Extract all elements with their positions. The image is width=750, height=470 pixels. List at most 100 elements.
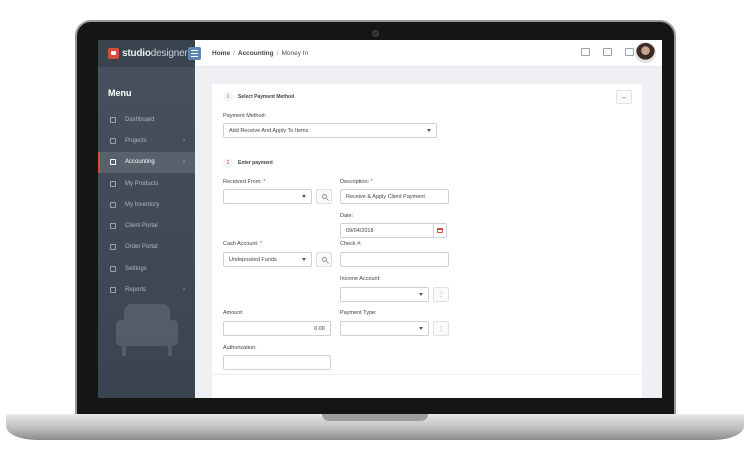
received-from-select[interactable] (223, 189, 312, 204)
avatar[interactable] (635, 42, 656, 63)
accounting-icon (110, 159, 116, 166)
sidebar-item-label: My Products (125, 180, 159, 187)
sidebar-item-label: Order Portal (125, 244, 158, 251)
description-value: Receive & Apply Client Payment (346, 193, 425, 200)
chevron-down-icon (302, 195, 306, 198)
amount-label: Amount: (223, 310, 244, 316)
client-portal-icon (110, 223, 116, 230)
menu-toggle-button[interactable] (188, 47, 201, 60)
sidebar-item-label: Settings (125, 265, 147, 272)
breadcrumb-separator: / (276, 49, 279, 57)
payment-type-more-button[interactable]: ⋮ (433, 321, 449, 336)
step-number: 2 (223, 158, 233, 168)
chat-icon[interactable] (581, 48, 590, 56)
required-marker: * (263, 179, 266, 185)
breadcrumb-home[interactable]: Home (212, 50, 230, 57)
payment-method-value: Add Receive And Apply To Items (229, 127, 309, 134)
divider (212, 374, 642, 375)
mail-icon[interactable] (625, 48, 634, 56)
chevron-down-icon (427, 129, 431, 132)
brand-name-thin: designer (150, 48, 188, 59)
sidebar-item-settings[interactable]: Settings (98, 258, 195, 279)
chevron-right-icon: › (183, 159, 185, 166)
more-vertical-icon: ⋮ (438, 291, 444, 298)
sidebar-item-client-portal[interactable]: Client Portal (98, 215, 195, 236)
sidebar-item-label: Accounting (125, 159, 155, 166)
chevron-right-icon: › (183, 137, 185, 144)
date-label: Date: (340, 213, 354, 219)
payment-type-select[interactable] (340, 321, 429, 336)
sidebar-item-dashboard[interactable]: Dashboard (98, 109, 195, 130)
chevron-right-icon: › (183, 287, 185, 294)
chevron-down-icon (419, 327, 423, 330)
date-value: 09/04/2018 (346, 227, 374, 234)
search-icon (321, 194, 327, 199)
description-label: Description: * (340, 179, 373, 185)
sidebar-item-label: Reports (125, 287, 147, 294)
check-number-input[interactable] (340, 252, 449, 267)
cash-account-select[interactable]: Undeposited Funds (223, 252, 312, 267)
order-portal-icon (110, 244, 116, 251)
chevron-down-icon (302, 258, 306, 261)
sidebar-item-my-inventory[interactable]: My Inventory (98, 194, 195, 215)
check-number-label: Check #: (340, 241, 362, 247)
sidebar-item-order-portal[interactable]: Order Portal (98, 237, 195, 258)
income-account-label: Income Account: (340, 276, 381, 282)
payment-method-label: Payment Method: (223, 113, 267, 119)
inventory-icon (110, 201, 116, 208)
income-account-select[interactable] (340, 287, 429, 302)
sidebar-item-label: My Inventory (125, 201, 160, 208)
search-icon (321, 257, 327, 262)
received-from-search-button[interactable] (316, 189, 332, 204)
received-from-label: Received From: * (223, 179, 266, 185)
cash-account-search-button[interactable] (316, 252, 332, 267)
document-icon[interactable] (603, 48, 612, 56)
sidebar-item-projects[interactable]: Projects › (98, 130, 195, 151)
description-input[interactable]: Receive & Apply Client Payment (340, 189, 449, 204)
collapse-button[interactable]: – (616, 90, 632, 104)
payment-type-label: Payment Type: (340, 310, 377, 316)
step-title: Select Payment Method (238, 94, 295, 100)
menu-title: Menu (108, 88, 132, 98)
breadcrumb-separator: / (233, 49, 235, 57)
date-picker-button[interactable] (433, 223, 446, 238)
top-icons (581, 48, 634, 56)
sidebar-item-label: Dashboard (125, 116, 155, 123)
laptop-notch (322, 414, 428, 421)
amount-value: 0.00 (314, 325, 325, 332)
calendar-icon (437, 228, 443, 233)
cash-account-value: Undeposited Funds (229, 256, 277, 263)
camera (372, 30, 379, 37)
logo-icon (108, 48, 119, 59)
required-marker: * (370, 179, 373, 185)
payment-form-card: 1 Select Payment Method – Payment Method… (212, 84, 642, 398)
cash-account-label: Cash Account: * (223, 241, 263, 247)
breadcrumb: Home / Accounting / Money In (212, 50, 308, 57)
sidebar: studiodesigner Menu Dashboard Projects › … (98, 40, 195, 398)
sidebar-item-label: Client Portal (125, 223, 158, 230)
top-bar: Home / Accounting / Money In (195, 40, 662, 67)
step-title: Enter payment (238, 160, 273, 166)
income-account-more-button[interactable]: ⋮ (433, 287, 449, 302)
authorization-input[interactable] (223, 355, 331, 370)
more-vertical-icon: ⋮ (438, 325, 444, 332)
home-icon (110, 116, 116, 123)
amount-input[interactable]: 0.00 (223, 321, 331, 336)
payment-method-select[interactable]: Add Receive And Apply To Items (223, 123, 437, 138)
authorization-label: Authorization: (223, 345, 257, 351)
date-input[interactable]: 09/04/2018 (340, 223, 447, 238)
armchair-icon (116, 304, 178, 356)
reports-icon (110, 287, 116, 294)
settings-icon (110, 265, 116, 272)
sidebar-nav: Dashboard Projects › Accounting › My Produ… (98, 109, 195, 301)
step-select-payment-method: 1 Select Payment Method (223, 92, 294, 102)
breadcrumb-accounting[interactable]: Accounting (238, 50, 274, 57)
step-enter-payment: 2 Enter payment (223, 158, 273, 168)
sidebar-item-my-products[interactable]: My Products (98, 173, 195, 194)
required-marker: * (260, 241, 263, 247)
app-screen: studiodesigner Menu Dashboard Projects › … (98, 40, 662, 398)
chevron-down-icon (419, 293, 423, 296)
brand-logo[interactable]: studiodesigner (98, 40, 195, 67)
sidebar-item-label: Projects (125, 137, 147, 144)
sidebar-item-accounting[interactable]: Accounting › (98, 151, 195, 173)
